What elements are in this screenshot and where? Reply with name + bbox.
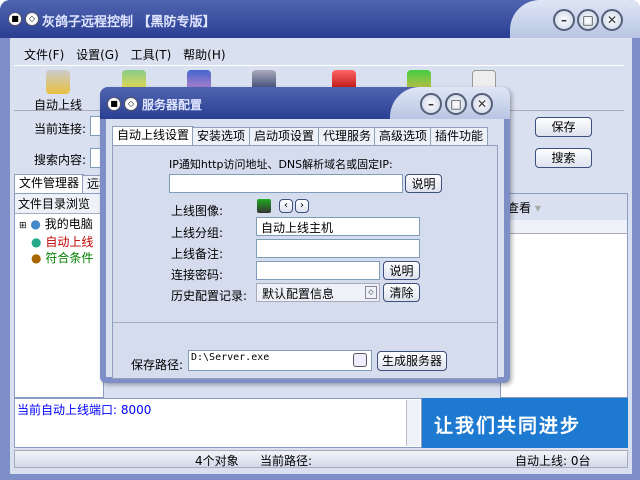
group-input[interactable]: 自动上线主机: [256, 217, 420, 236]
window-title: 灰鸽子远程控制 【黑防专版】: [42, 15, 216, 30]
maximize-button[interactable]: □: [577, 9, 599, 31]
menu-bar: 文件(F) 设置(G) 工具(T) 帮助(H): [24, 46, 234, 63]
title-bar[interactable]: ■ ◇ 灰鸽子远程控制 【黑防专版】 – □ ✕: [0, 0, 640, 38]
dialog-tabs: 自动上线设置 安装选项 启动项设置 代理服务 高级选项 插件功能: [112, 126, 498, 147]
view-menu[interactable]: 查看 ▾: [501, 194, 627, 220]
save-path-label: 保存路径:: [131, 358, 184, 372]
system-menu-icon[interactable]: ■: [8, 12, 22, 26]
password-explain-button[interactable]: 说明: [383, 261, 420, 280]
auto-online-icon: [46, 70, 70, 94]
rollup-icon[interactable]: ◇: [25, 12, 39, 26]
file-list: 查看 ▾: [500, 193, 628, 398]
log-area: 当前自动上线端口: 8000: [14, 398, 422, 448]
computer-icon: ●: [30, 217, 41, 231]
tab-advanced-options[interactable]: 高级选项: [374, 127, 433, 145]
password-label: 连接密码:: [171, 268, 224, 282]
globe-icon: ●: [31, 235, 42, 249]
current-connection-label: 当前连接:: [34, 122, 87, 136]
tree-item-auto-online[interactable]: ● 自动上线: [19, 234, 99, 250]
password-input[interactable]: [256, 261, 380, 280]
note-label: 上线备注:: [171, 247, 224, 261]
history-select[interactable]: 默认配置信息 ◇: [256, 283, 380, 302]
tree-item-matching[interactable]: ● 符合条件: [19, 250, 99, 266]
list-header: [501, 220, 627, 234]
toolbar-auto-online-button[interactable]: 自动上线: [28, 70, 88, 113]
status-objects: 4个对象: [195, 454, 239, 468]
search-button[interactable]: 搜索: [535, 148, 592, 168]
dialog-close-button[interactable]: ✕: [471, 93, 493, 115]
log-scrollbar[interactable]: [406, 400, 420, 446]
dialog-maximize-button[interactable]: □: [445, 93, 467, 115]
tab-plugins[interactable]: 插件功能: [430, 127, 489, 145]
prev-image-button[interactable]: ‹: [279, 199, 293, 213]
next-image-button[interactable]: ›: [295, 199, 309, 213]
dialog-rollup-icon[interactable]: ◇: [124, 97, 138, 111]
history-label: 历史配置记录:: [171, 289, 248, 303]
status-online: 自动上线: 0台: [515, 454, 591, 468]
menu-file[interactable]: 文件(F): [24, 48, 64, 62]
dialog-body: 自动上线设置 安装选项 启动项设置 代理服务 高级选项 插件功能 IP通知htt…: [106, 119, 504, 379]
divider: [113, 322, 497, 323]
search-content-label: 搜索内容:: [34, 153, 87, 167]
tab-auto-online-settings[interactable]: 自动上线设置: [112, 126, 195, 146]
tab-file-manager[interactable]: 文件管理器: [14, 174, 85, 194]
status-bar: 4个对象 当前路径: 自动上线: 0台: [14, 450, 628, 468]
ip-label: IP通知http访问地址、DNS解析域名或固定IP:: [169, 158, 393, 171]
status-path: 当前路径:: [260, 454, 313, 468]
generate-server-button[interactable]: 生成服务器: [377, 351, 447, 371]
tab-startup-settings[interactable]: 启动项设置: [249, 127, 320, 145]
image-label: 上线图像:: [171, 204, 224, 218]
clear-button[interactable]: 清除: [383, 283, 420, 302]
menu-tools[interactable]: 工具(T): [131, 48, 172, 62]
tab-install-options[interactable]: 安装选项: [192, 127, 251, 145]
directory-tree: 文件目录浏览 ⊞ ● 我的电脑 ● 自动上线 ● 符合条件: [14, 193, 104, 398]
toolbar-label: 自动上线: [33, 98, 82, 112]
save-path-input[interactable]: D:\Server.exe: [188, 350, 372, 371]
menu-help[interactable]: 帮助(H): [183, 48, 225, 62]
close-button[interactable]: ✕: [601, 9, 623, 31]
ip-input[interactable]: [169, 174, 403, 193]
auto-online-pane: IP通知http访问地址、DNS解析域名或固定IP: 说明 上线图像: ‹ › …: [112, 145, 498, 379]
tree-header: 文件目录浏览: [15, 194, 103, 214]
banner: 让我们共同进步: [422, 398, 628, 448]
dropdown-icon: ◇: [365, 286, 377, 299]
dialog-title: 服务器配置: [142, 98, 203, 112]
minimize-button[interactable]: –: [553, 9, 575, 31]
history-select-value: 默认配置信息: [262, 287, 335, 301]
browse-checkbox[interactable]: [353, 353, 367, 367]
search-icon: ●: [31, 251, 42, 265]
dialog-system-menu-icon[interactable]: ■: [107, 97, 121, 111]
save-button[interactable]: 保存: [535, 117, 592, 137]
dialog-minimize-button[interactable]: –: [420, 93, 442, 115]
note-input[interactable]: [256, 239, 420, 258]
dialog-title-bar[interactable]: ■ ◇ 服务器配置 – □ ✕: [100, 87, 510, 119]
tree-item-my-computer[interactable]: ⊞ ● 我的电脑: [19, 216, 99, 234]
server-config-dialog: ■ ◇ 服务器配置 – □ ✕ 自动上线设置 安装选项 启动项设置 代理服务 高…: [100, 87, 510, 383]
tab-proxy-service[interactable]: 代理服务: [318, 127, 377, 145]
ip-explain-button[interactable]: 说明: [405, 174, 442, 193]
menu-settings[interactable]: 设置(G): [76, 48, 119, 62]
online-image-icon: [257, 199, 271, 213]
group-label: 上线分组:: [171, 226, 224, 240]
